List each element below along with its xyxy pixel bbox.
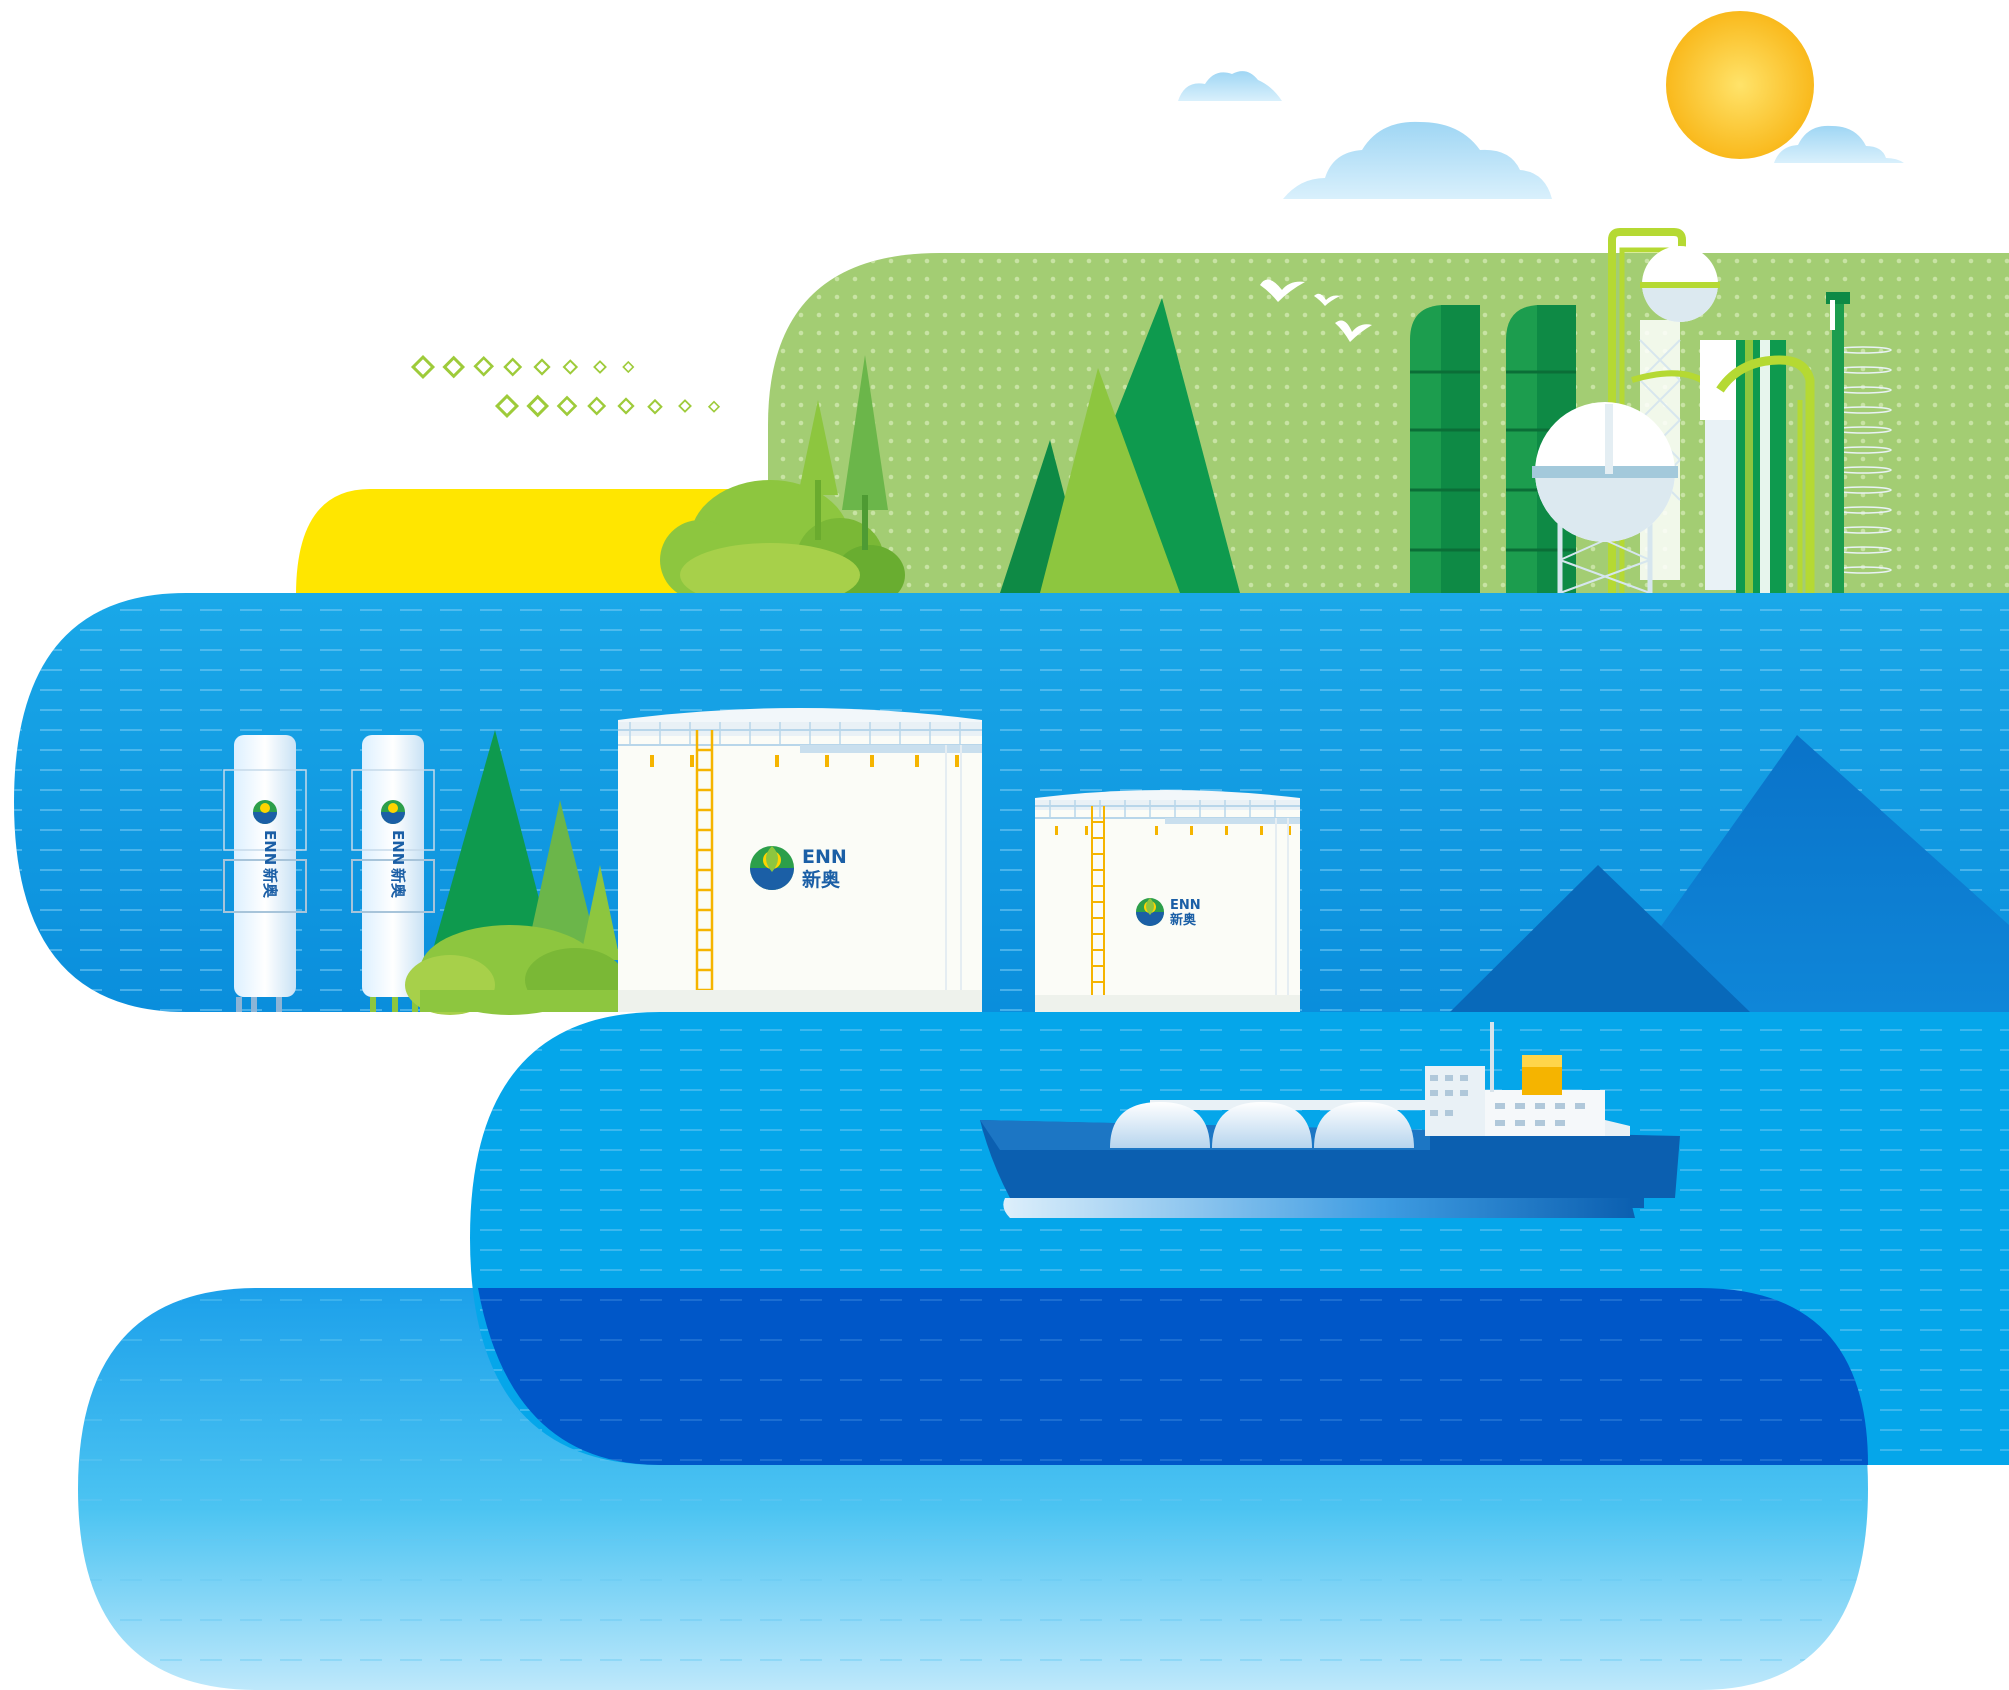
silo-logo-cn: 新奥 [389, 868, 407, 899]
diamond-icon [526, 394, 550, 418]
silo-logo-cn: 新奥 [261, 868, 279, 899]
silo-logo-en: ENN [261, 830, 279, 865]
diamond-icon [617, 397, 635, 415]
silo-icon [1410, 305, 1480, 593]
tank-logo-cn: 新奥 [802, 868, 841, 891]
diamond-icon [556, 395, 578, 417]
cloud-icon [1283, 121, 1552, 199]
cloud-icon [1178, 71, 1282, 101]
diamond-row-bottom [494, 393, 721, 419]
storage-tank-icon: ENN 新奥 [1035, 790, 1300, 1012]
storage-tank-icon: ENN 新奥 [618, 708, 982, 1012]
diamond-icon [494, 393, 520, 419]
diamond-icon [707, 400, 721, 413]
diamond-icon [647, 398, 663, 415]
enn-logo-icon [253, 800, 277, 824]
green-land-band [768, 253, 2009, 593]
lng-industry-illustration: ENN 新奥 ENN 新奥 ENN 新奥 ENN 新奥 [14, 11, 2009, 1690]
tank-logo-en: ENN [1170, 898, 1201, 913]
diamond-row-top [410, 354, 635, 380]
diamond-icon [473, 355, 495, 377]
diamond-icon [622, 360, 635, 374]
diamond-icon [562, 359, 579, 375]
sun-icon [1666, 11, 1814, 159]
diamond-icon [678, 399, 692, 413]
diamond-icon [503, 357, 523, 377]
diamond-icon [442, 355, 466, 379]
diamond-icon [587, 396, 607, 416]
diamond-icon [533, 358, 551, 376]
silo-logo-en: ENN [389, 830, 407, 865]
diamond-icon [593, 360, 607, 374]
tank-logo-cn: 新奥 [1170, 912, 1197, 928]
enn-logo-icon [1136, 898, 1164, 926]
diamond-icon [410, 354, 436, 380]
enn-logo-icon [381, 800, 405, 824]
tank-logo-en: ENN [802, 846, 847, 868]
enn-logo-icon [750, 846, 794, 890]
silo-icon: ENN 新奥 [223, 735, 307, 1012]
water-overlap-deep [478, 1288, 1868, 1465]
